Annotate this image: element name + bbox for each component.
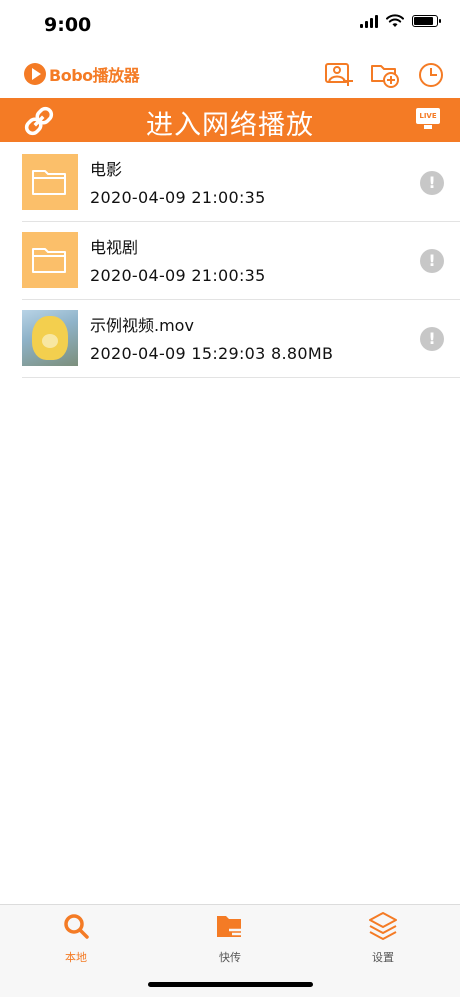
app-header: Bobo播放器 [0,52,460,96]
cellular-signal-icon [360,14,378,28]
home-indicator [148,982,313,987]
tab-label: 设置 [372,951,394,964]
item-meta: 2020-04-09 21:00:35 [90,188,266,207]
folder-icon [32,248,66,273]
item-meta: 2020-04-09 21:00:35 [90,266,266,285]
tab-label: 本地 [65,951,87,964]
status-icons [360,14,441,28]
folder-thumbnail [22,154,78,210]
folder-add-icon [371,65,399,88]
play-logo-icon [24,63,46,85]
search-icon [64,914,89,939]
list-item[interactable]: 电视剧 2020-04-09 21:00:35 ! [22,222,460,300]
tab-settings[interactable]: 设置 [333,911,433,965]
info-icon[interactable]: ! [420,171,444,195]
app-logo: Bobo播放器 [24,62,140,86]
tab-label: 快传 [219,951,241,964]
item-name: 电视剧 [90,238,139,257]
add-image-icon [325,63,353,86]
status-bar: 9:00 [0,0,460,50]
banner-title: 进入网络播放 [146,110,314,141]
folder-transfer-icon [217,916,244,937]
layers-icon [369,912,397,940]
tab-transfer[interactable]: 快传 [180,911,280,965]
add-folder-button[interactable] [370,60,400,90]
folder-icon [32,170,66,195]
clock-icon [419,63,443,87]
wifi-icon [386,14,404,27]
status-time: 9:00 [44,14,92,36]
app-logo-text: Bobo播放器 [49,66,140,85]
header-actions [324,60,446,90]
item-name: 示例视频.mov [90,316,194,335]
item-name: 电影 [90,160,123,179]
live-tv-icon[interactable]: LIVE [416,108,440,130]
item-meta: 2020-04-09 15:29:03 8.80MB [90,344,334,363]
history-button[interactable] [416,60,446,90]
file-list: 电影 2020-04-09 21:00:35 ! 电视剧 2020-04-09 … [0,144,460,378]
network-play-banner[interactable]: 进入网络播放 LIVE [0,98,460,142]
info-icon[interactable]: ! [420,249,444,273]
battery-icon [412,15,441,27]
import-photo-button[interactable] [324,60,354,90]
tab-local[interactable]: 本地 [26,911,126,965]
live-badge: LIVE [416,108,440,124]
list-item[interactable]: 示例视频.mov 2020-04-09 15:29:03 8.80MB ! [22,300,460,378]
list-item[interactable]: 电影 2020-04-09 21:00:35 ! [22,144,460,222]
info-icon[interactable]: ! [420,327,444,351]
folder-thumbnail [22,232,78,288]
video-thumbnail [22,310,78,366]
